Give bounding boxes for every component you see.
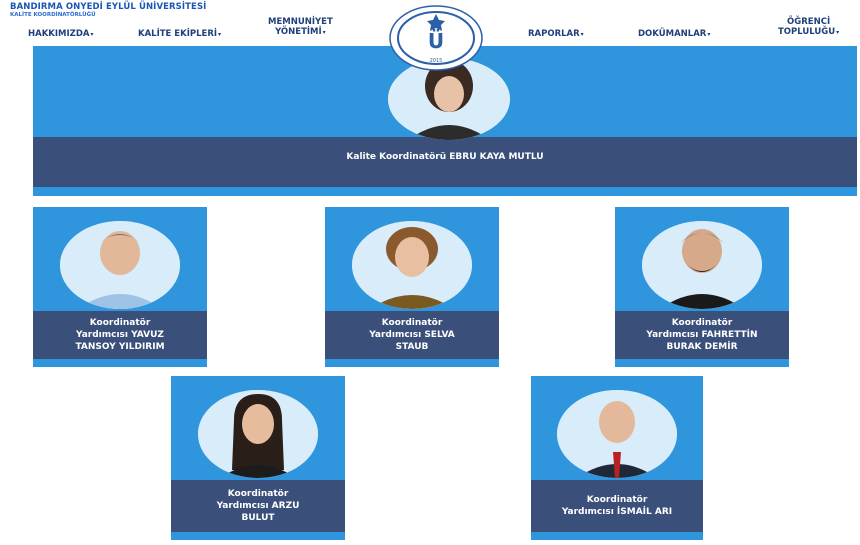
nav-dokumanlar[interactable]: DOKÜMANLAR▾ bbox=[638, 29, 710, 40]
assistant-name-line: Yardımcısı SELVA bbox=[369, 330, 455, 340]
assistant-name-line: BULUT bbox=[241, 513, 275, 523]
assistant-label: Koordinatör Yardımcısı İSMAİL ARI bbox=[531, 480, 703, 532]
logo-year: 2015 bbox=[430, 58, 443, 64]
assistant-photo bbox=[557, 390, 677, 478]
assistant-name-line: TANSOY YILDIRIM bbox=[75, 342, 165, 352]
nav-kalite-ekipleri[interactable]: KALİTE EKİPLERİ▾ bbox=[138, 29, 221, 40]
brand[interactable]: BANDIRMA ONYEDİ EYLÜL ÜNİVERSİTESİ KALİT… bbox=[10, 2, 206, 19]
assistant-card: Koordinatör Yardımcısı FAHRETTİN BURAK D… bbox=[615, 207, 789, 367]
assistant-title: Koordinatör bbox=[381, 318, 443, 328]
university-logo[interactable]: Ü 2015 bbox=[388, 4, 484, 72]
chevron-down-icon: ▾ bbox=[218, 31, 222, 38]
svg-text:Ü: Ü bbox=[428, 29, 444, 53]
nav-label: HAKKIMIZDA bbox=[28, 29, 90, 39]
assistant-photo bbox=[642, 221, 762, 309]
assistant-photo bbox=[60, 221, 180, 309]
assistant-label: Koordinatör Yardımcısı YAVUZ TANSOY YILD… bbox=[33, 311, 207, 359]
nav-label: DOKÜMANLAR bbox=[638, 29, 707, 39]
coordinator-name: Kalite Koordinatörü EBRU KAYA MUTLU bbox=[346, 152, 544, 162]
assistant-name-line: Yardımcısı YAVUZ bbox=[76, 330, 164, 340]
nav-label-line2: TOPLULUĞU bbox=[778, 27, 836, 37]
chevron-down-icon: ▾ bbox=[322, 29, 326, 36]
chevron-down-icon: ▾ bbox=[90, 31, 94, 38]
nav-label: RAPORLAR bbox=[528, 29, 580, 39]
assistant-label: Koordinatör Yardımcısı SELVA STAUB bbox=[325, 311, 499, 359]
brand-subtitle[interactable]: KALİTE KOORDİNATÖRLÜĞÜ bbox=[10, 12, 206, 19]
assistant-name-line: Yardımcısı FAHRETTİN bbox=[646, 330, 758, 340]
nav-raporlar[interactable]: RAPORLAR▾ bbox=[528, 29, 584, 40]
assistant-card: Koordinatör Yardımcısı SELVA STAUB bbox=[325, 207, 499, 367]
assistant-card: Koordinatör Yardımcısı ARZU BULUT bbox=[171, 376, 345, 540]
chevron-down-icon: ▾ bbox=[836, 29, 840, 36]
assistant-name-line: Yardımcısı ARZU bbox=[216, 501, 300, 511]
nav-label-line1: ÖĞRENCİ bbox=[787, 17, 831, 27]
assistant-photo bbox=[198, 390, 318, 478]
coordinator-label-bar bbox=[33, 137, 857, 187]
assistant-title: Koordinatör bbox=[227, 489, 289, 499]
nav-ogrenci-toplulugu[interactable]: ÖĞRENCİ TOPLULUĞU▾ bbox=[778, 17, 839, 38]
assistant-photo bbox=[352, 221, 472, 309]
chevron-down-icon: ▾ bbox=[580, 31, 584, 38]
nav-memnuniyet-yonetimi[interactable]: MEMNUNİYET YÖNETİMİ▾ bbox=[268, 17, 333, 38]
assistant-name-line: STAUB bbox=[395, 342, 429, 352]
assistant-title: Koordinatör bbox=[671, 318, 733, 328]
chevron-down-icon: ▾ bbox=[707, 31, 711, 38]
assistant-title: Koordinatör bbox=[586, 495, 648, 505]
assistant-label: Koordinatör Yardımcısı FAHRETTİN BURAK D… bbox=[615, 311, 789, 359]
nav-label: KALİTE EKİPLERİ bbox=[138, 29, 218, 39]
assistant-name-line: Yardımcısı İSMAİL ARI bbox=[561, 507, 673, 517]
nav-label-line2: YÖNETİMİ bbox=[275, 27, 322, 37]
assistant-card: Koordinatör Yardımcısı YAVUZ TANSOY YILD… bbox=[33, 207, 207, 367]
brand-title[interactable]: BANDIRMA ONYEDİ EYLÜL ÜNİVERSİTESİ bbox=[10, 2, 206, 12]
assistant-name-line: BURAK DEMİR bbox=[666, 342, 738, 352]
assistant-title: Koordinatör bbox=[89, 318, 151, 328]
nav-label-line1: MEMNUNİYET bbox=[268, 17, 333, 27]
assistant-card: Koordinatör Yardımcısı İSMAİL ARI bbox=[531, 376, 703, 540]
nav-hakkimizda[interactable]: HAKKIMIZDA▾ bbox=[28, 29, 93, 40]
assistant-label: Koordinatör Yardımcısı ARZU BULUT bbox=[171, 480, 345, 532]
